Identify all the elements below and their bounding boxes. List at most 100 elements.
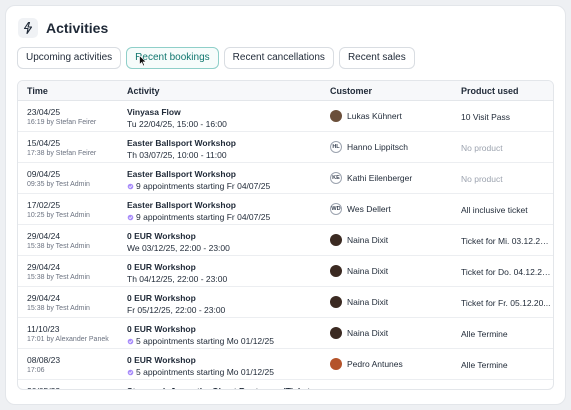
table-row[interactable]: 17/02/25 10:25 by Test Admin Easter Ballsp… [18,194,553,225]
tab-recent-cancellations[interactable]: Recent cancellations [223,47,334,69]
column-header-activity: Activity [127,86,160,96]
avatar [330,296,342,308]
product-used: No product [461,143,503,153]
appointments-icon [127,214,134,220]
activity-tabs: Upcoming activities Recent bookings Rece… [17,47,420,69]
avatar-initials: KE [332,175,340,181]
product-used: No product [461,174,503,184]
booking-date: 09/04/25 [27,169,61,179]
table-row[interactable]: 29/04/24 15:38 by Test Admin 0 EUR Worksho… [18,225,553,256]
table-row[interactable]: 23/04/25 16:19 by Stefan Feirer Vinyasa Fl… [18,101,553,132]
customer-cell[interactable]: Naina Dixit [330,265,388,277]
activity-name[interactable]: 0 EUR Workshop [127,262,322,272]
activity-schedule: Fr 05/12/25, 22:00 - 23:00 [127,305,322,315]
tab-upcoming-activities[interactable]: Upcoming activities [17,47,122,69]
customer-cell[interactable]: WD Wes Dellert [330,203,391,215]
booking-date: 29/04/24 [27,262,61,272]
avatar-initials: WD [331,206,341,212]
customer-name[interactable]: Kathi Eilenberger [347,173,412,183]
activity-schedule-text: Th 04/12/25, 22:00 - 23:00 [127,274,228,284]
product-used: 10 Visit Pass [461,112,510,122]
activity-schedule: 5 appointments starting Mo 01/12/25 [127,367,322,377]
activity-schedule: 5 appointments starting Mo 01/12/25 [127,336,322,346]
avatar [330,110,342,122]
activity-name[interactable]: Vinyasa Flow [127,107,322,117]
appointments-icon [127,183,134,189]
table-row[interactable]: 15/04/25 17:38 by Stefan Feirer Easter Bal… [18,132,553,163]
activity-schedule-text: Fr 05/12/25, 22:00 - 23:00 [127,305,226,315]
customer-cell[interactable]: HL Hanno Lippitsch [330,141,408,153]
table-row[interactable]: 11/10/23 17:01 by Alexander Panek 0 EUR Wo… [18,318,553,349]
customer-name[interactable]: Pedro Antunes [347,359,403,369]
avatar [330,234,342,246]
booking-date: 17/02/25 [27,200,61,210]
mouse-pointer-icon [139,54,148,72]
booking-meta: 16:19 by Stefan Feirer [27,119,97,126]
activity-schedule: 9 appointments starting Fr 04/07/25 [127,181,322,191]
activity-name[interactable]: 0 EUR Workshop [127,324,322,334]
customer-name[interactable]: Naina Dixit [347,235,388,245]
activity-name[interactable]: 0 EUR Workshop [127,231,322,241]
activity-name[interactable]: Starcoach Jeany the Ghost Bootcamp (Tick… [127,386,322,389]
appointments-icon [127,338,134,344]
table-row[interactable]: 08/08/23 17:06 0 EUR Workshop 5 appointment… [18,349,553,380]
booking-meta: 17:38 by Stefan Feirer [27,150,97,157]
activity-schedule-text: Tu 22/04/25, 15:00 - 16:00 [127,119,227,129]
customer-name[interactable]: Naina Dixit [347,328,388,338]
customer-name[interactable]: Naina Dixit [347,297,388,307]
activity-schedule: Th 04/12/25, 22:00 - 23:00 [127,274,322,284]
activity-schedule: 9 appointments starting Fr 04/07/25 [127,212,322,222]
avatar: KE [330,172,342,184]
product-used: Alle Termine [461,360,508,370]
customer-cell[interactable]: Naina Dixit [330,234,388,246]
activity-schedule-text: We 03/12/25, 22:00 - 23:00 [127,243,230,253]
product-used: Ticket for Mi. 03.12.20... [461,236,551,246]
product-used: All inclusive ticket [461,205,528,215]
activities-card: Activities Upcoming activities Recent bo… [5,5,566,405]
table-header: Time Activity Customer Product used [18,81,553,101]
tab-recent-sales[interactable]: Recent sales [338,47,415,69]
customer-cell[interactable]: KE Kathi Eilenberger [330,172,412,184]
avatar [330,265,342,277]
activity-name[interactable]: Easter Ballsport Workshop [127,200,322,210]
customer-name[interactable]: Lukas Kühnert [347,111,402,121]
table-row[interactable]: 29/04/24 15:38 by Test Admin 0 EUR Worksho… [18,287,553,318]
activity-schedule: Th 03/07/25, 10:00 - 11:00 [127,150,322,160]
customer-cell[interactable]: Naina Dixit [330,327,388,339]
activity-schedule-text: 5 appointments starting Mo 01/12/25 [136,367,274,377]
customer-name[interactable]: Hanno Lippitsch [347,142,408,152]
activity-schedule: Tu 22/04/25, 15:00 - 16:00 [127,119,322,129]
activity-bolt-icon [18,18,38,38]
booking-meta: 15:38 by Test Admin [27,243,90,250]
activity-name[interactable]: Easter Ballsport Workshop [127,169,322,179]
activity-name[interactable]: 0 EUR Workshop [127,355,322,365]
booking-meta: 15:38 by Test Admin [27,274,90,281]
table-row[interactable]: 09/04/25 09:35 by Test Admin Easter Ballsp… [18,163,553,194]
booking-date: 15/04/25 [27,138,61,148]
booking-date: 23/04/25 [27,107,61,117]
customer-cell[interactable]: Naina Dixit [330,296,388,308]
booking-meta: 17:06 [27,367,45,374]
table-body: 23/04/25 16:19 by Stefan Feirer Vinyasa Fl… [18,101,553,390]
customer-cell[interactable]: Pedro Antunes [330,358,403,370]
appointments-icon [127,369,134,375]
column-header-customer: Customer [330,86,373,96]
avatar: WD [330,203,342,215]
booking-date: 29/04/24 [27,293,61,303]
customer-cell[interactable]: Lukas Kühnert [330,110,402,122]
avatar-initials: HL [332,144,340,150]
customer-cell[interactable]: Pedro Antunes [330,389,403,390]
table-row[interactable]: 30/05/23 Starcoach Jeany the Ghost Bootca… [18,380,553,390]
customer-name[interactable]: Wes Dellert [347,204,391,214]
card-header: Activities [18,16,108,40]
avatar: HL [330,141,342,153]
table-row[interactable]: 29/04/24 15:38 by Test Admin 0 EUR Worksho… [18,256,553,287]
bookings-table: Time Activity Customer Product used 23/0… [17,80,554,390]
column-header-product: Product used [461,86,519,96]
product-used: Alle Termine [461,329,508,339]
activity-name[interactable]: Easter Ballsport Workshop [127,138,322,148]
activity-name[interactable]: 0 EUR Workshop [127,293,322,303]
activity-schedule-text: 9 appointments starting Fr 04/07/25 [136,212,271,222]
customer-name[interactable]: Naina Dixit [347,266,388,276]
avatar [330,358,342,370]
